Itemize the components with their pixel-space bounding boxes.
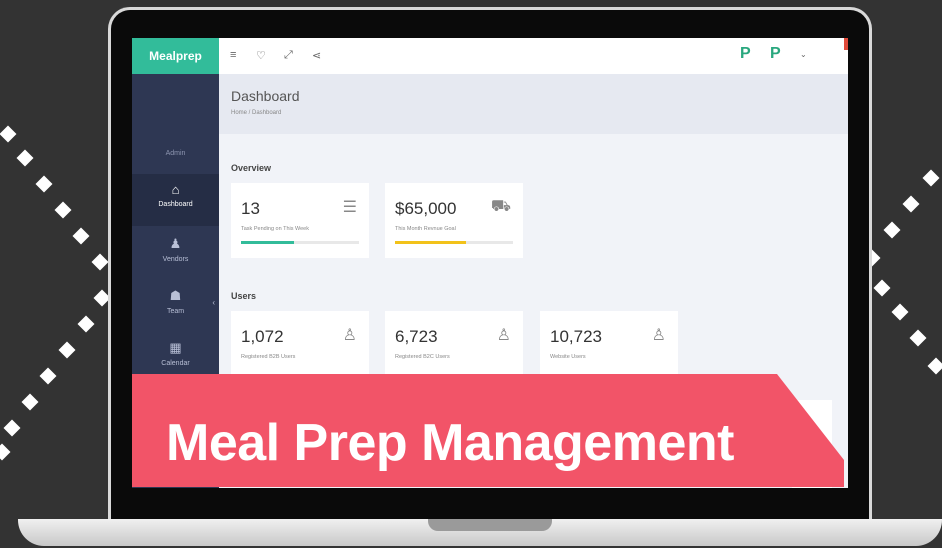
bulb-icon[interactable]: ♡ — [256, 49, 266, 62]
progress-bar — [241, 241, 359, 244]
progress-fill — [395, 241, 466, 244]
stat-label: This Month Revnue Goal — [395, 226, 456, 232]
team-icon: ☗ — [169, 288, 182, 303]
users-title: Users — [231, 291, 257, 301]
sidebar-item-label: Calendar — [161, 360, 190, 367]
user-outline-icon: ♙ — [496, 327, 511, 344]
chevron-down-icon[interactable]: ⌄ — [800, 50, 807, 59]
stat-value: 6,723 — [395, 327, 438, 346]
user-icon: ♟ — [169, 236, 182, 251]
laptop-notch — [428, 519, 552, 531]
stat-card-revenue[interactable]: $65,000 This Month Revnue Goal ⛟ — [385, 183, 523, 258]
sidebar-item-label: Dashboard — [158, 201, 193, 208]
stat-label: Registered B2C Users — [395, 354, 450, 360]
content-header: Dashboard Home / Dashboard — [219, 74, 848, 134]
p-badge-icon[interactable]: P — [770, 45, 786, 63]
list-icon: ☰ — [342, 199, 357, 216]
user-outline-icon: ♙ — [342, 327, 357, 344]
expand-icon[interactable]: ⤢ — [284, 49, 293, 62]
sidebar-item-label: Team — [166, 308, 185, 315]
stat-label: Registered B2B Users — [241, 354, 296, 360]
home-icon: ⌂ — [171, 182, 180, 197]
breadcrumb[interactable]: Home / Dashboard — [231, 110, 281, 116]
brand-logo[interactable]: Mealprep — [132, 38, 219, 74]
progress-bar — [395, 241, 513, 244]
sidebar-item-label: Vendors — [162, 256, 189, 263]
p-badge-icon[interactable]: P — [740, 45, 756, 63]
stat-value: 13 — [241, 199, 260, 218]
stat-card-tasks[interactable]: 13 Task Pending on This Week ☰ — [231, 183, 369, 258]
top-navbar: Mealprep ≡ ♡ ⤢ ⋖ P P ⌄ — [132, 38, 848, 74]
sidebar-item-team[interactable]: ☗ Team ‹ — [132, 280, 219, 332]
page-title: Dashboard — [231, 88, 300, 104]
sidebar-item-vendors[interactable]: ♟ Vendors — [132, 228, 219, 280]
menu-icon[interactable]: ≡ — [230, 49, 236, 61]
stat-label: Website Users — [550, 354, 586, 360]
share-icon[interactable]: ⋖ — [312, 49, 321, 62]
stat-value: 1,072 — [241, 327, 284, 346]
progress-fill — [241, 241, 295, 244]
overview-title: Overview — [231, 163, 272, 173]
stat-label: Task Pending on This Week — [241, 226, 309, 232]
calendar-icon: ▦ — [169, 340, 182, 355]
stat-value: $65,000 — [395, 199, 457, 218]
sidebar-item-dashboard[interactable]: ⌂ Dashboard — [132, 174, 219, 226]
chevron-left-icon: ‹ — [212, 298, 215, 307]
stat-value: 10,723 — [550, 327, 602, 346]
sidebar-user-label: Admin — [165, 150, 186, 157]
banner-title: Meal Prep Management — [166, 414, 734, 472]
scroll-indicator — [844, 38, 848, 50]
user-outline-icon: ♙ — [651, 327, 666, 344]
cart-icon: ⛟ — [490, 198, 511, 215]
